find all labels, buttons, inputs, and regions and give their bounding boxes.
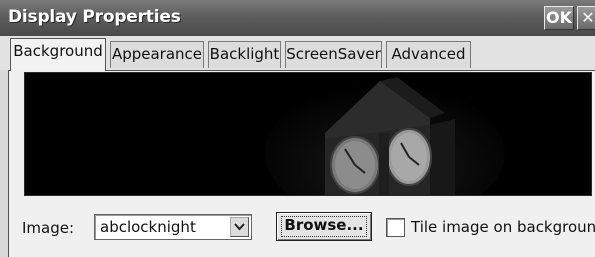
image-select[interactable]: abclocknight <box>94 214 252 240</box>
tab-screensaver[interactable]: ScreenSaver <box>285 41 382 68</box>
tab-appearance[interactable]: Appearance <box>110 41 204 68</box>
tile-image-checkbox[interactable] <box>386 218 405 237</box>
title-bar[interactable]: Display Properties OK ✕ <box>0 0 595 36</box>
tab-bar: Background Appearance Backlight ScreenSa… <box>0 36 595 71</box>
ok-button[interactable]: OK <box>544 6 574 30</box>
tile-image-label[interactable]: Tile image on background <box>411 217 595 237</box>
image-label: Image: <box>22 219 75 237</box>
window-title: Display Properties <box>8 7 181 27</box>
image-select-value: abclocknight <box>100 218 196 236</box>
browse-button[interactable]: Browse... <box>276 212 372 241</box>
close-button[interactable]: ✕ <box>577 6 595 30</box>
tab-backlight[interactable]: Backlight <box>208 41 281 68</box>
background-preview <box>24 72 592 196</box>
close-icon: ✕ <box>581 8 595 27</box>
focus-ring <box>281 216 367 237</box>
clock-tower-image <box>25 73 591 195</box>
display-properties-window: Display Properties OK ✕ Background Appea… <box>0 0 595 257</box>
tab-background[interactable]: Background <box>10 38 106 71</box>
chevron-down-icon[interactable] <box>230 217 249 237</box>
tab-advanced[interactable]: Advanced <box>386 41 471 68</box>
